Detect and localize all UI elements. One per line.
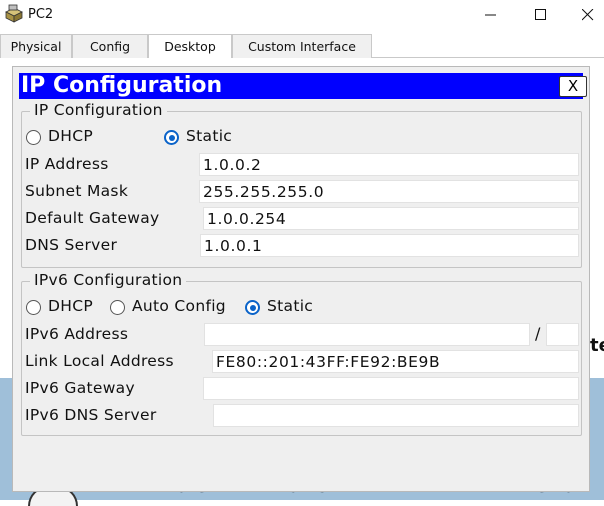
ipv6-dns-server-label: IPv6 DNS Server <box>25 406 157 424</box>
radio-unchecked-icon <box>26 130 41 145</box>
radio-unchecked-icon <box>110 300 125 315</box>
ipv4-config-group: IP Configuration DHCP Static IP Address … <box>21 101 582 268</box>
window-titlebar: PC2 <box>0 0 604 32</box>
maximize-button[interactable] <box>518 0 564 30</box>
prefix-separator: / <box>535 324 541 343</box>
link-local-address-label: Link Local Address <box>25 352 174 370</box>
dns-server-input[interactable]: 1.0.0.1 <box>200 234 579 257</box>
ipv6-config-group: IPv6 Configuration DHCP Auto Config Stat… <box>21 271 582 436</box>
ipv6-address-input[interactable] <box>204 323 530 346</box>
tab-custom-interface[interactable]: Custom Interface <box>232 34 372 58</box>
subnet-mask-input[interactable]: 255.255.255.0 <box>199 180 579 203</box>
radio-unchecked-icon <box>26 300 41 315</box>
ipv4-group-title: IP Configuration <box>30 101 167 119</box>
default-gateway-label: Default Gateway <box>25 209 160 227</box>
radio-checked-icon <box>245 300 260 315</box>
default-gateway-input[interactable]: 1.0.0.254 <box>203 207 579 230</box>
dialog-title: IP Configuration <box>21 73 223 98</box>
link-local-address-input[interactable]: FE80::201:43FF:FE92:BE9B <box>212 350 579 373</box>
dialog-header: IP Configuration X <box>19 73 587 99</box>
dialog-close-button[interactable]: X <box>559 76 587 97</box>
window-title: PC2 <box>28 7 54 22</box>
tab-config[interactable]: Config <box>72 34 148 58</box>
ipv6-group-title: IPv6 Configuration <box>30 271 187 289</box>
maximize-icon <box>535 9 546 20</box>
ipv6-gateway-input[interactable] <box>203 377 579 400</box>
dns-server-label: DNS Server <box>25 236 118 254</box>
window-close-button[interactable] <box>565 0 604 30</box>
ipv6-auto-config-label: Auto Config <box>132 297 226 315</box>
minimize-icon <box>485 14 496 16</box>
ipv6-static-label: Static <box>267 297 314 315</box>
background-app-label-peek: te <box>590 335 604 356</box>
ipv6-dhcp-radio[interactable]: DHCP <box>26 297 106 317</box>
ipv4-static-label: Static <box>186 127 233 145</box>
close-icon <box>582 9 594 21</box>
radio-checked-icon <box>164 130 179 145</box>
ipv4-dhcp-label: DHCP <box>48 127 93 145</box>
ip-address-input[interactable]: 1.0.0.2 <box>199 153 579 176</box>
ipv6-static-radio[interactable]: Static <box>245 297 335 317</box>
ipv6-dhcp-label: DHCP <box>48 297 93 315</box>
ipv4-static-radio[interactable]: Static <box>164 127 254 147</box>
ip-address-label: IP Address <box>25 155 109 173</box>
tab-bar: Physical Config Desktop Custom Interface <box>0 34 604 59</box>
ipv4-dhcp-radio[interactable]: DHCP <box>26 127 116 147</box>
subnet-mask-label: Subnet Mask <box>25 182 129 200</box>
pc-device-icon <box>4 4 24 24</box>
ip-configuration-dialog: IP Configuration X IP Configuration DHCP… <box>12 66 590 492</box>
ipv6-address-label: IPv6 Address <box>25 325 129 343</box>
ipv6-gateway-label: IPv6 Gateway <box>25 379 135 397</box>
tab-physical[interactable]: Physical <box>0 34 72 58</box>
minimize-button[interactable] <box>468 0 514 30</box>
ipv6-dns-server-input[interactable] <box>213 404 579 427</box>
tab-desktop[interactable]: Desktop <box>148 34 232 59</box>
ipv6-auto-config-radio[interactable]: Auto Config <box>110 297 240 317</box>
ipv6-prefix-length-input[interactable] <box>546 323 579 346</box>
